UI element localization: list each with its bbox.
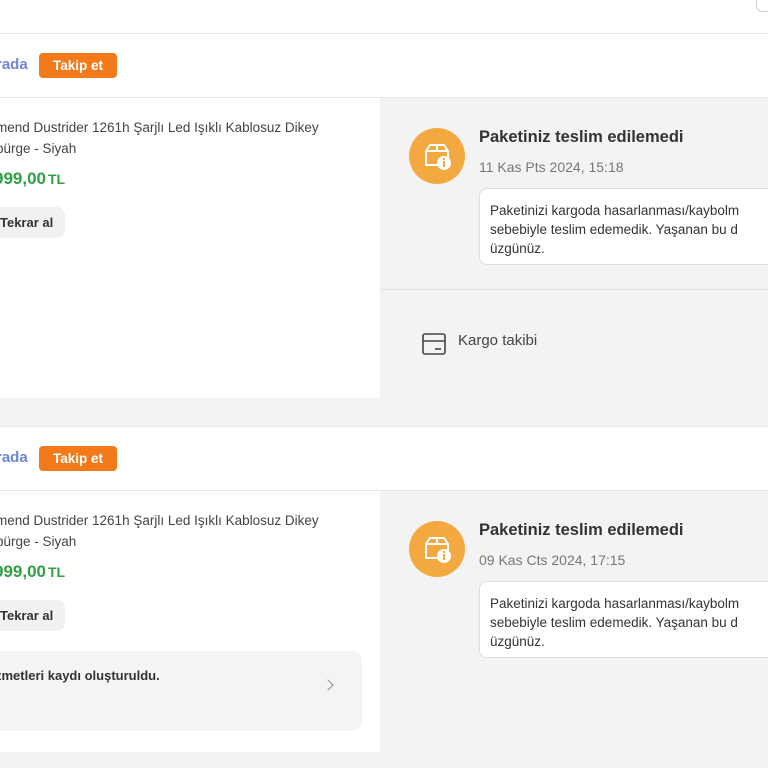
- status-section: Paketiniz teslim edilemedi 11 Kas Pts 20…: [380, 98, 768, 398]
- order-card-1: rada Takip et mend Dustrider 1261h Şarjl…: [0, 33, 768, 398]
- status-message: Paketinizi kargoda hasarlanması/kaybolm …: [479, 188, 768, 265]
- cargo-box-icon: [422, 333, 446, 355]
- seller-name[interactable]: rada: [0, 56, 28, 73]
- status-date: 09 Kas Cts 2024, 17:15: [479, 552, 626, 568]
- price-value: 999,00: [0, 562, 46, 581]
- seller-name[interactable]: rada: [0, 449, 28, 466]
- status-title: Paketiniz teslim edilemedi: [479, 521, 684, 539]
- divider: [380, 289, 768, 290]
- service-record-box[interactable]: zmetleri kaydı oluşturuldu.: [0, 651, 362, 731]
- package-info-icon: [409, 521, 465, 577]
- price-currency: TL: [48, 171, 66, 187]
- package-info-icon: [409, 128, 465, 184]
- product-name[interactable]: mend Dustrider 1261h Şarjlı Led Işıklı K…: [0, 117, 356, 159]
- product-price: 999,00TL: [0, 169, 65, 189]
- follow-button[interactable]: Takip et: [39, 446, 118, 471]
- price-value: 999,00: [0, 169, 46, 188]
- service-record-text: zmetleri kaydı oluşturuldu.: [0, 668, 160, 683]
- order-header: rada Takip et: [0, 34, 768, 98]
- rebuy-button[interactable]: Tekrar al: [0, 207, 66, 238]
- product-section: mend Dustrider 1261h Şarjlı Led Işıklı K…: [0, 98, 380, 398]
- rebuy-button[interactable]: Tekrar al: [0, 600, 66, 631]
- corner-control[interactable]: [756, 0, 768, 12]
- status-date: 11 Kas Pts 2024, 15:18: [479, 159, 624, 175]
- product-price: 999,00TL: [0, 562, 65, 582]
- order-header: rada Takip et: [0, 427, 768, 491]
- status-title: Paketiniz teslim edilemedi: [479, 128, 684, 146]
- product-section: mend Dustrider 1261h Şarjlı Led Işıklı K…: [0, 491, 380, 752]
- follow-button[interactable]: Takip et: [39, 53, 118, 78]
- product-name[interactable]: mend Dustrider 1261h Şarjlı Led Işıklı K…: [0, 510, 356, 552]
- top-bar: [0, 0, 768, 34]
- tracking-label: Kargo takibi: [458, 332, 538, 349]
- price-currency: TL: [48, 564, 66, 580]
- status-section: Paketiniz teslim edilemedi 09 Kas Cts 20…: [380, 491, 768, 752]
- status-message: Paketinizi kargoda hasarlanması/kaybolm …: [479, 581, 768, 658]
- chevron-right-icon: [322, 679, 334, 691]
- order-card-2: rada Takip et mend Dustrider 1261h Şarjl…: [0, 426, 768, 752]
